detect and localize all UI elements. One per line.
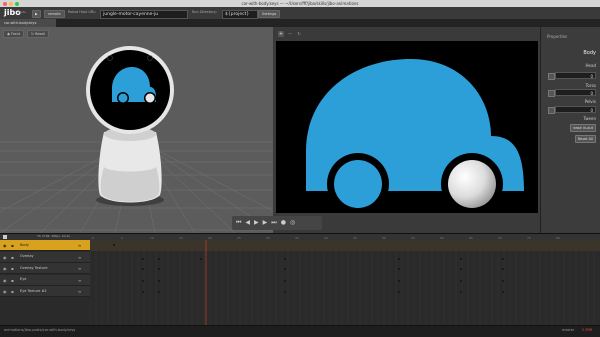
tab-bar xyxy=(0,19,600,27)
minus-icon[interactable]: − xyxy=(287,31,293,37)
layer-name: Eye Texture #2 xyxy=(20,288,47,293)
lock-icon[interactable]: ▪ xyxy=(11,278,14,283)
head-label: Head xyxy=(585,63,596,68)
logo-subtitle: Beta xyxy=(19,10,26,14)
git-branch[interactable]: master xyxy=(562,328,574,333)
pelvis-label: Pelvis xyxy=(584,99,596,104)
layer-name: Eye xyxy=(20,277,27,281)
add-layer-icon[interactable] xyxy=(3,235,7,239)
robot-host-input[interactable]: jungle-motor-cayenne-ju xyxy=(100,9,188,19)
settings-button[interactable]: Settings xyxy=(258,10,281,18)
layer-name: Overlay xyxy=(20,254,34,258)
pelvis-keyframe-button[interactable] xyxy=(548,107,555,114)
robot-host-label: Robot Host URL: xyxy=(68,10,97,14)
remote-button[interactable]: remote xyxy=(44,10,65,18)
tween-label: Tween xyxy=(583,116,596,121)
front-view-button[interactable]: ◉ Front xyxy=(3,29,25,38)
run-directory-input[interactable]: ${project} xyxy=(222,9,258,19)
torso-input[interactable]: 0 xyxy=(555,89,596,96)
layer-row[interactable]: ◉ ▪ Body ≡ xyxy=(0,240,90,251)
pelvis-input[interactable]: 0 xyxy=(555,106,596,113)
run-button[interactable]: ▶ xyxy=(32,10,41,18)
frame-info: 15 of 96, 30fps, 10.4s xyxy=(37,234,70,238)
step-back-icon[interactable]: ◀ xyxy=(245,219,250,227)
reset-view-button[interactable]: ↻ Reset xyxy=(27,29,49,38)
play-icon[interactable]: ▶ xyxy=(254,219,259,227)
lock-icon[interactable]: ▪ xyxy=(11,255,14,260)
visibility-eye-icon[interactable]: ◉ xyxy=(3,243,7,248)
layer-options-icon[interactable]: ≡ xyxy=(78,266,81,271)
layer-name: Body xyxy=(20,242,29,247)
head-input[interactable]: 0 xyxy=(555,72,596,79)
refresh-icon[interactable]: ↻ xyxy=(296,31,302,37)
layer-options-icon[interactable]: ≡ xyxy=(78,278,81,283)
visibility-eye-icon[interactable]: ◉ xyxy=(3,289,7,294)
body-section-title: Body xyxy=(583,50,596,56)
lock-icon[interactable]: ▪ xyxy=(11,243,14,248)
playback-controls: ⏮ ◀ ▶ ▶ ⏭ ● ◎ xyxy=(232,216,322,230)
skip-back-icon[interactable]: ⏮ xyxy=(236,219,241,227)
eye-icon: ◉ xyxy=(7,31,11,36)
refresh-icon: ↻ xyxy=(31,31,34,36)
run-directory-label: Run Directory: xyxy=(192,10,217,14)
layer-name: Overlay Texture xyxy=(20,265,48,270)
error-count[interactable]: 2 ERR xyxy=(582,328,592,333)
animation-preview-stage[interactable] xyxy=(276,41,538,213)
car-wheel-left xyxy=(334,160,382,208)
lock-icon[interactable]: ▪ xyxy=(11,289,14,294)
step-forward-icon[interactable]: ▶ xyxy=(263,219,268,227)
torso-keyframe-button[interactable] xyxy=(548,90,555,97)
robot-3d-viewport[interactable] xyxy=(0,27,273,233)
car-wheel-eye xyxy=(448,160,496,208)
reset-view-label: Reset xyxy=(35,31,45,36)
layer-row[interactable]: ◉ ▪ Overlay ≡ xyxy=(0,251,90,263)
plus-icon[interactable]: + xyxy=(278,31,284,37)
layer-options-icon[interactable]: ≡ xyxy=(78,289,81,294)
visibility-eye-icon[interactable]: ◉ xyxy=(3,278,7,283)
layer-row[interactable]: ◉ ▪ Eye Texture #2 ≡ xyxy=(0,286,90,297)
torso-label: Torso xyxy=(585,83,596,88)
visibility-eye-icon[interactable]: ◉ xyxy=(3,266,7,271)
lock-icon[interactable]: ▪ xyxy=(11,266,14,271)
viewport-scene xyxy=(0,46,273,233)
tween-select[interactable]: ease in-out xyxy=(570,124,596,132)
timeline-grid[interactable] xyxy=(90,240,600,325)
visibility-eye-icon[interactable]: ◉ xyxy=(3,255,7,260)
reset-all-button[interactable]: Reset All xyxy=(574,135,596,143)
status-bar xyxy=(0,325,600,337)
front-view-label: Front xyxy=(11,31,21,36)
skip-forward-icon[interactable]: ⏭ xyxy=(271,219,276,227)
properties-header: Properties xyxy=(547,34,568,39)
play-icon: ▶ xyxy=(35,12,38,16)
record-icon[interactable]: ● xyxy=(281,219,286,227)
layer-row[interactable]: ◉ ▪ Eye ≡ xyxy=(0,274,90,286)
status-path: animations/jibo-posts/car-with-body.keys xyxy=(4,328,76,332)
layer-row[interactable]: ◉ ▪ Overlay Texture ≡ xyxy=(0,263,90,274)
car-preview xyxy=(306,59,524,213)
layer-options-icon[interactable]: ≡ xyxy=(78,243,81,248)
window-title: car-with-body.keys — ~/Users/fff/jibo/sk… xyxy=(241,0,359,6)
loop-icon[interactable]: ◎ xyxy=(290,219,295,227)
keyframe-markers xyxy=(113,244,504,293)
tab-car-with-body[interactable]: car-with-body.keys xyxy=(0,19,56,27)
head-keyframe-button[interactable] xyxy=(548,73,555,80)
layer-options-icon[interactable]: ≡ xyxy=(78,255,81,260)
